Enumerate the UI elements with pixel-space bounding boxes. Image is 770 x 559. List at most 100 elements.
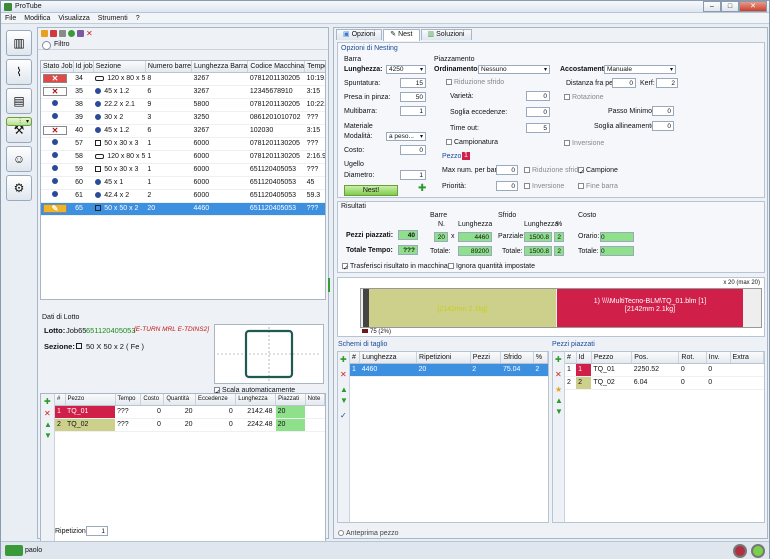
job-row[interactable]: 6142.4 x 22600065112040505359.30 (41, 189, 325, 203)
status-green-icon[interactable] (751, 544, 765, 558)
soglia-input[interactable]: 0 (526, 107, 550, 117)
pz-col-note[interactable]: Note (305, 394, 326, 406)
job-row[interactable]: 58120 x 80 x 51600007812011302052:16.90.… (41, 150, 325, 164)
schema-add-icon[interactable]: ✚ (340, 355, 347, 364)
accostamento-select[interactable]: Manuale (604, 65, 676, 74)
pezzo-qta[interactable]: 20 (163, 418, 196, 432)
settings-icon[interactable] (59, 30, 66, 37)
menu-modifica[interactable]: Modifica (24, 13, 50, 23)
pz-col-qta[interactable]: Quantità (163, 394, 196, 406)
pz-col-piaz[interactable]: Piazzati (275, 394, 306, 406)
sc-col-n[interactable]: # (350, 352, 361, 364)
maximize-button[interactable]: □ (721, 1, 739, 12)
col-barre[interactable]: Numero barre (145, 61, 193, 73)
pezzo-row[interactable]: 1 TQ_01??? 0 20 0 2142.48 20 (55, 405, 325, 419)
schema-up-icon[interactable]: ▲ (340, 385, 348, 394)
pezzo-row[interactable]: 2 TQ_02??? 0 20 0 2242.48 20 (55, 418, 325, 432)
piazzato-add-icon[interactable]: ✚ (555, 355, 562, 364)
side-tube-icon[interactable]: ⌇ (6, 59, 32, 85)
refresh-icon[interactable] (68, 30, 75, 37)
schema-remove-icon[interactable]: ✕ (340, 370, 347, 379)
presa-input[interactable]: 50 (400, 92, 426, 102)
lunghezza-select[interactable]: 4250 (386, 65, 426, 74)
piazzato-row[interactable]: 2 2 TQ_02 6.04 0 0 (565, 376, 764, 390)
job-row[interactable]: 6045 x 116000651120405053450 (41, 176, 325, 190)
pezzo-add-icon[interactable]: ✚ (44, 397, 51, 406)
cancel-icon[interactable]: ✕ (86, 30, 93, 38)
job-row[interactable]: 5950 x 30 x 316000651120405053???0 (41, 163, 325, 177)
job-row[interactable]: ✎6550 x 50 x 2204460651120405053???0 (41, 202, 325, 216)
tab-opzioni[interactable]: ▣ Opzioni (336, 29, 383, 40)
sc-col-pezzi[interactable]: Pezzi (470, 352, 502, 364)
pz-col-lung[interactable]: Lunghezza (235, 394, 277, 406)
pp-col-inv[interactable]: Inv. (706, 352, 731, 364)
riduzione2-checkbox[interactable]: Riduzione sfrido (524, 167, 582, 174)
pp-col-n[interactable]: # (565, 352, 577, 364)
schema-down-icon[interactable]: ▼ (340, 396, 348, 405)
pezzo-note[interactable] (305, 405, 325, 419)
fine-barra-checkbox[interactable]: Fine barra (578, 183, 618, 190)
col-tempo[interactable]: Tempo stimato (304, 61, 325, 73)
edit-icon[interactable] (77, 30, 84, 37)
pz-col-ecc[interactable]: Eccedenze (195, 394, 237, 406)
job-row[interactable]: ✕4045 x 1.2632671020303:150 (41, 124, 325, 138)
pz-col-tempo[interactable]: Tempo (115, 394, 142, 406)
side-user-settings-icon[interactable]: ⚙ (6, 175, 32, 201)
tab-soluzioni[interactable]: ▥ Soluzioni (420, 29, 472, 40)
sc-col-sfrido[interactable]: Sfrido (500, 352, 534, 364)
bar-segment-1[interactable]: [2142mm 2.1kg] (369, 289, 556, 327)
ripetizioni-input[interactable]: 1 (86, 526, 108, 536)
pezzo-remove-icon[interactable]: ✕ (44, 409, 51, 418)
schema-row[interactable]: 1 4460 20 2 75.04 2 (350, 363, 548, 377)
bar-segment-2[interactable]: 1) \\\\MultiTecno-BLM\TQ_01.blm [1] [2142… (557, 289, 743, 327)
timeout-input[interactable]: 5 (526, 123, 550, 133)
col-sezione[interactable]: Sezione (93, 61, 146, 73)
piazzato-row[interactable]: 1 1 TQ_01 2250.52 0 0 (565, 363, 764, 377)
pezzo-up-icon[interactable]: ▲ (44, 420, 52, 429)
sc-col-pct[interactable]: % (533, 352, 549, 364)
job-row[interactable]: 5750 x 30 x 3160000781201130205???0 (41, 137, 325, 151)
kerf-input[interactable]: 2 (656, 78, 678, 88)
menu-strumenti[interactable]: Strumenti (98, 13, 128, 23)
pp-col-id[interactable]: Id (576, 352, 592, 364)
pezzo-note[interactable] (305, 418, 325, 432)
soglia-all-input[interactable]: 0 (652, 121, 674, 131)
side-nest-icon[interactable]: ⫶ (6, 117, 32, 126)
distanza-input[interactable]: 0 (612, 78, 636, 88)
side-user-icon[interactable]: ☺ (6, 146, 32, 172)
job-row[interactable]: ✕3545 x 1.263267123456789103:150 (41, 85, 325, 99)
filter-header[interactable]: Filtro (38, 39, 328, 50)
varieta-input[interactable]: 0 (526, 91, 550, 101)
rotazione-checkbox[interactable]: Rotazione (564, 94, 604, 101)
pz-col-n[interactable]: # (55, 394, 66, 406)
side-stats-icon[interactable]: ▥ (6, 30, 32, 56)
job-row[interactable]: 3822.2 x 2.195800078120113020510:22.40 (41, 98, 325, 112)
pp-col-rot[interactable]: Rot. (678, 352, 707, 364)
open-icon[interactable] (41, 30, 48, 37)
add-nest-icon[interactable]: ✚ (418, 183, 426, 194)
nest-button[interactable]: Nest! (344, 185, 398, 196)
side-document-icon[interactable]: ▤ (6, 88, 32, 114)
multibarra-input[interactable]: 1 (400, 106, 426, 116)
piazzato-up-icon[interactable]: ▲ (555, 396, 563, 405)
anteprima-expander[interactable]: Anteprima pezzo (338, 530, 399, 537)
close-button[interactable]: ✕ (739, 1, 767, 12)
col-codice[interactable]: Codice Macchina (247, 61, 306, 73)
diametro-input[interactable]: 1 (400, 170, 426, 180)
riduzione-checkbox[interactable]: Riduzione sfrido (446, 79, 504, 86)
status-red-icon[interactable] (733, 544, 747, 558)
pz-col-pezzo[interactable]: Pezzo (65, 394, 116, 406)
priorita-input[interactable]: 0 (496, 181, 518, 191)
pezzo-ecc[interactable]: 0 (195, 405, 236, 419)
maxnum-input[interactable]: 0 (496, 165, 518, 175)
modalita-select[interactable]: a peso... (386, 132, 426, 141)
pp-col-extra[interactable]: Extra (730, 352, 765, 364)
piazzato-star-icon[interactable]: ★ (555, 385, 562, 394)
passo-input[interactable]: 0 (652, 106, 674, 116)
pz-col-costo[interactable]: Costo (140, 394, 165, 406)
opzioni-title[interactable]: Opzioni di Nesting (341, 45, 398, 52)
pp-col-pos[interactable]: Pos. (631, 352, 680, 364)
trasferisci-checkbox[interactable]: ✓Trasferisci risultato in macchina (342, 263, 448, 272)
tab-nest[interactable]: ✎ Nest (383, 29, 420, 41)
job-row[interactable]: ✕ 34 120 x 80 x 58 3267 0781201130205 10:19.4… (41, 72, 325, 86)
